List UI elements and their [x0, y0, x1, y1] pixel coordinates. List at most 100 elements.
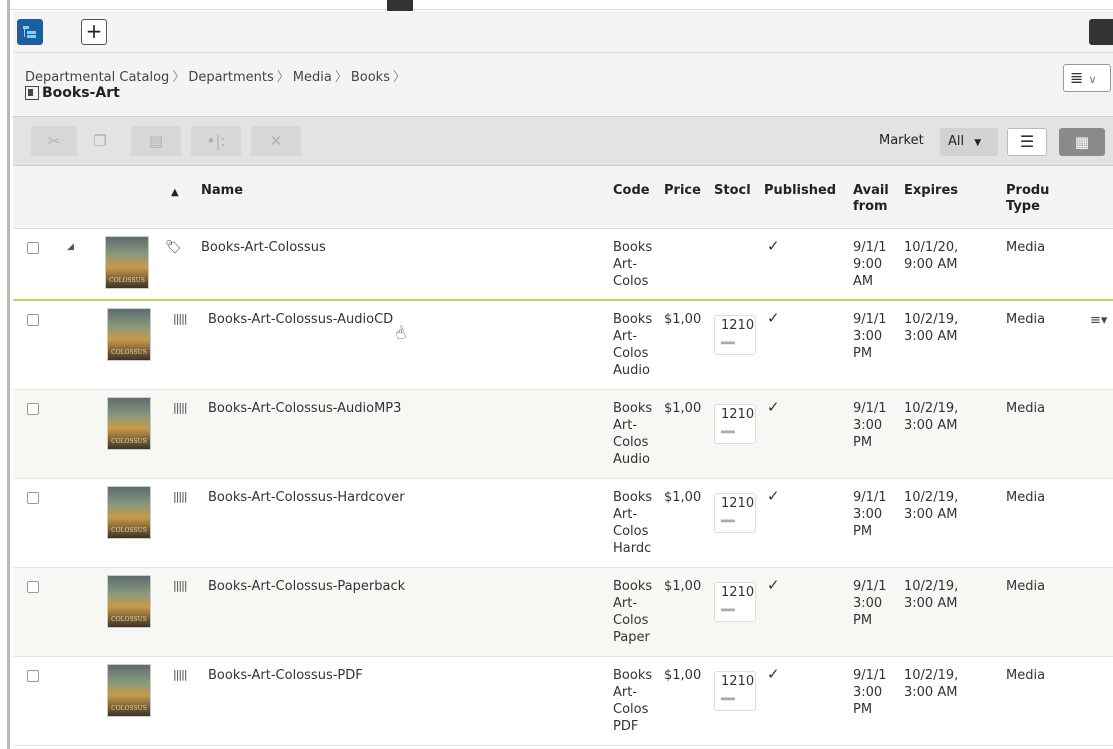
- cut-button[interactable]: ✂: [31, 126, 77, 156]
- tree-view-button[interactable]: [17, 19, 43, 45]
- header-code[interactable]: Code: [613, 183, 650, 199]
- warehouse-icon: ▂▂: [721, 335, 735, 345]
- row-checkbox[interactable]: [27, 581, 39, 593]
- panel-toggle-button[interactable]: [1089, 19, 1113, 45]
- row-avail-from: 9/1/1 3:00 PM: [853, 489, 887, 540]
- row-price: $1,00: [664, 312, 702, 327]
- code-line: Books: [613, 312, 653, 327]
- table-row[interactable]: ||||| Books-Art-Colossus-AudioMP3 Books Art…: [13, 390, 1113, 479]
- row-checkbox[interactable]: [27, 242, 39, 254]
- warehouse-icon: ▂▂: [721, 513, 735, 523]
- window-left-edge: [0, 0, 10, 749]
- row-avail-from: 9/1/1 3:00 PM: [853, 667, 887, 718]
- code-line: Hardc: [613, 541, 652, 556]
- published-check-icon: ✓: [767, 487, 780, 505]
- row-context-menu-icon[interactable]: ≡▾: [1090, 313, 1107, 328]
- copy-button[interactable]: ❐: [85, 126, 115, 156]
- header-product-type-line2: Type: [1006, 199, 1040, 214]
- code-line: Books: [613, 579, 653, 594]
- header: Departmental Catalog 〉 Departments 〉 Media 〉 B…: [13, 54, 1113, 116]
- header-product-type-line1: Produ: [1006, 183, 1050, 198]
- header-stock[interactable]: Stocl: [714, 183, 762, 199]
- row-checkbox[interactable]: [27, 314, 39, 326]
- published-check-icon: ✓: [767, 665, 780, 683]
- table-row[interactable]: ||||| Books-Art-Colossus-PDF Books Art- Colo…: [13, 657, 1113, 746]
- menu-lines-icon: ≣: [1070, 68, 1084, 87]
- row-name[interactable]: Books-Art-Colossus-Hardcover: [208, 489, 405, 506]
- view-options-button[interactable]: ≣ ∨: [1063, 64, 1111, 92]
- row-expires: 10/2/19, 3:00 AM: [904, 667, 958, 701]
- list-view-button[interactable]: ☰: [1007, 128, 1047, 156]
- window-top-edge: [10, 0, 1113, 10]
- market-select[interactable]: All ▼: [940, 128, 998, 156]
- row-product-type: Media: [1006, 668, 1046, 683]
- row-code: Books Art- Colos: [613, 239, 652, 290]
- row-name[interactable]: Books-Art-Colossus-Paperback: [208, 578, 405, 595]
- stock-value: 1210: [721, 496, 755, 511]
- caret-down-icon: ▼: [974, 138, 982, 148]
- product-grid: ▲ Name Code Price Stocl Published Avail f…: [13, 167, 1113, 749]
- paste-button[interactable]: ▤: [131, 126, 181, 156]
- row-product-type: Media: [1006, 240, 1046, 255]
- code-line: PDF: [613, 719, 639, 734]
- tile-list-icon: ▦: [1074, 133, 1090, 151]
- code-line: Colos: [613, 524, 649, 539]
- header-expires[interactable]: Expires: [904, 183, 958, 199]
- code-line: Audio: [613, 452, 650, 467]
- header-published[interactable]: Published: [764, 183, 836, 199]
- breadcrumb-item[interactable]: Books: [351, 70, 390, 85]
- tile-view-button[interactable]: ▦: [1059, 128, 1105, 156]
- row-price: $1,00: [664, 668, 702, 683]
- stock-field[interactable]: 1210 ▂▂: [714, 315, 756, 355]
- split-button[interactable]: •|:: [191, 126, 241, 156]
- delete-button[interactable]: ✕: [251, 126, 301, 156]
- breadcrumb-item[interactable]: Departments: [188, 70, 273, 85]
- table-row[interactable]: ||||| Books-Art-Colossus-AudioCD Books Art-…: [13, 301, 1113, 390]
- row-name[interactable]: Books-Art-Colossus-AudioCD: [208, 311, 393, 328]
- collapse-arrow-icon[interactable]: ◢: [67, 242, 74, 252]
- avail-line: PM: [853, 702, 873, 717]
- header-name[interactable]: Name: [201, 183, 243, 199]
- tag-icon: 🏷: [165, 240, 181, 255]
- table-row[interactable]: ||||| Books-Art-Colossus-Paperback Books Ar…: [13, 568, 1113, 657]
- stock-field[interactable]: 1210 ▂▂: [714, 404, 756, 444]
- stock-field[interactable]: 1210 ▂▂: [714, 671, 756, 711]
- row-code: Books Art- Colos Audio: [613, 311, 652, 379]
- avail-line: PM: [853, 346, 873, 361]
- row-checkbox[interactable]: [27, 492, 39, 504]
- code-line: Art-: [613, 329, 638, 344]
- stock-field[interactable]: 1210 ▂▂: [714, 493, 756, 533]
- paste-icon: ▤: [148, 132, 164, 150]
- row-product-type: Media: [1006, 312, 1046, 327]
- header-avail-from[interactable]: Avail from: [853, 183, 889, 215]
- table-row-parent[interactable]: ◢ 🏷 Books-Art-Colossus Books Art- Colos ✓ 9/1/1…: [13, 229, 1113, 301]
- row-name[interactable]: Books-Art-Colossus-AudioMP3: [208, 400, 401, 417]
- warehouse-icon: ▂▂: [721, 691, 735, 701]
- expires-line: 10/2/19,: [904, 579, 959, 594]
- expires-line: 3:00 AM: [904, 685, 958, 700]
- row-name[interactable]: Books-Art-Colossus: [201, 239, 326, 256]
- code-line: Books: [613, 490, 653, 505]
- row-checkbox[interactable]: [27, 670, 39, 682]
- row-checkbox[interactable]: [27, 403, 39, 415]
- row-price: $1,00: [664, 490, 702, 505]
- breadcrumb-item[interactable]: Media: [293, 70, 332, 85]
- market-select-value: All: [948, 134, 965, 149]
- add-button[interactable]: +: [81, 19, 107, 45]
- published-check-icon: ✓: [767, 237, 780, 255]
- page-title: Books-Art: [25, 85, 120, 101]
- header-product-type[interactable]: Produ Type: [1006, 183, 1049, 215]
- header-price[interactable]: Price: [664, 183, 701, 199]
- code-line: Colos: [613, 613, 649, 628]
- stock-field[interactable]: 1210 ▂▂: [714, 582, 756, 622]
- code-line: Books: [613, 401, 653, 416]
- row-expires: 10/2/19, 3:00 AM: [904, 400, 958, 434]
- breadcrumb-item[interactable]: Departmental Catalog: [25, 70, 169, 85]
- table-row[interactable]: ||||| Books-Art-Colossus-Hardcover Books Ar…: [13, 479, 1113, 568]
- sort-ascending-icon[interactable]: ▲: [171, 185, 179, 201]
- row-name[interactable]: Books-Art-Colossus-PDF: [208, 667, 363, 684]
- stock-value: 1210: [721, 407, 755, 422]
- code-line: Art-: [613, 685, 638, 700]
- row-avail-from: 9/1/1 3:00 PM: [853, 578, 887, 629]
- tree-icon: [23, 26, 36, 38]
